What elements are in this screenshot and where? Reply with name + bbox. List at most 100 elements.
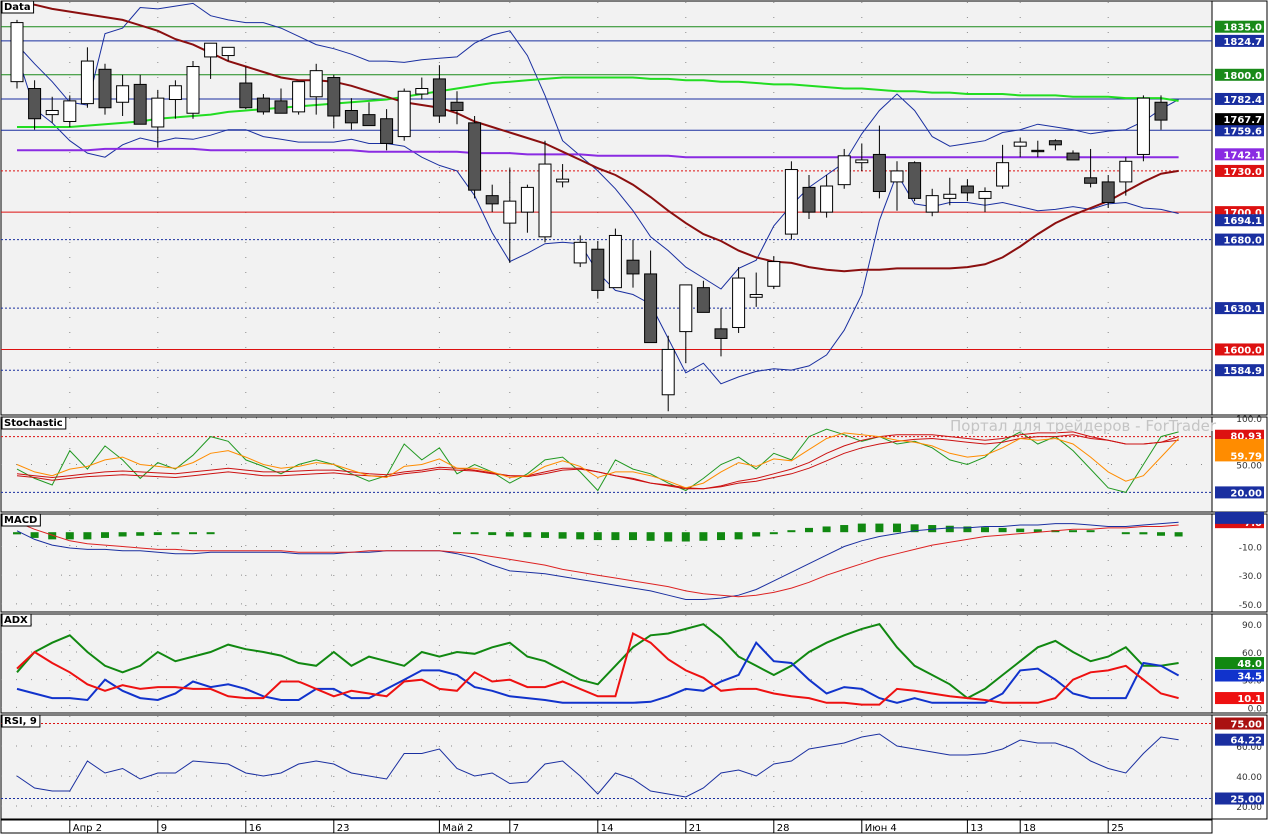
macd-histogram-bar	[558, 532, 567, 539]
panel-title: Stochastic	[4, 418, 63, 429]
candle-body	[626, 259, 640, 275]
candle-body	[696, 287, 710, 313]
price-tag-label: 1767.7	[1223, 115, 1262, 126]
candle-body	[538, 163, 552, 238]
candle-body	[908, 162, 922, 199]
level-tag-label: 1584.9	[1223, 366, 1262, 377]
candle-body	[1013, 141, 1027, 147]
macd-histogram-bar	[998, 527, 1007, 533]
macd-histogram-bar	[805, 527, 813, 533]
macd-histogram-bar	[488, 532, 497, 536]
y-tick-label: 50.00	[1236, 462, 1262, 472]
candle-body	[1048, 140, 1062, 146]
level-tag-label: 20.00	[1230, 488, 1262, 499]
macd-histogram-bar	[206, 532, 215, 535]
macd-histogram-bar	[470, 532, 479, 535]
macd-histogram-bar	[30, 532, 39, 538]
candle-body	[221, 46, 235, 57]
time-axis: Апр 2 9 16 23 Май 2 7 14 21 28 Июн 4 13 18 25	[0, 819, 1213, 834]
y-tick-label: -50.0	[1239, 601, 1263, 611]
plot-area	[0, 0, 1213, 416]
candle-body	[380, 118, 394, 144]
macd-histogram-bar	[822, 526, 831, 533]
price-tag-label: 1694.1	[1223, 216, 1262, 227]
candle-body	[644, 273, 658, 344]
x-tick-label: Май 2	[442, 823, 473, 834]
macd-histogram-bar	[717, 532, 725, 541]
candle-body	[1154, 101, 1168, 121]
y-tick-label: 100.0	[1236, 415, 1262, 425]
level-tag-label: 1680.0	[1223, 236, 1262, 247]
candle-body	[292, 81, 306, 113]
candle-body	[802, 186, 816, 213]
candle-body	[397, 90, 411, 138]
macd-histogram-bar	[752, 532, 761, 537]
panel-rsi-9: 60.0040.0020.0075.0025.0075.0064.2225.00…	[0, 714, 1268, 820]
macd-histogram-bar	[646, 532, 655, 541]
candle-body	[28, 88, 42, 120]
value-tag-label: 34.5	[1237, 672, 1262, 683]
macd-histogram-bar	[893, 523, 901, 533]
value-tag-label: 64.22	[1230, 736, 1262, 747]
candle-body	[1119, 160, 1133, 183]
macd-histogram-bar	[1121, 532, 1130, 535]
y-tick-label: 0.0	[1248, 704, 1263, 714]
x-tick-label: 13	[970, 823, 983, 834]
candle-body	[309, 70, 323, 98]
candle-body	[256, 97, 270, 113]
candle-body	[661, 348, 675, 396]
panel-title: MACD	[4, 515, 37, 526]
value-tag	[1215, 438, 1264, 451]
macd-histogram-bar	[629, 532, 637, 541]
candle-body	[344, 109, 358, 124]
candle-body	[872, 153, 886, 193]
macd-histogram-bar	[1016, 528, 1025, 533]
price-tag-label: 1742.1	[1223, 150, 1262, 161]
macd-histogram-bar	[136, 532, 145, 536]
candle-body	[327, 77, 341, 117]
y-tick-label: 40.00	[1236, 773, 1262, 783]
candle-body	[80, 60, 94, 105]
candle-body	[925, 195, 939, 213]
x-tick-label: 9	[161, 823, 167, 834]
macd-histogram-bar	[681, 532, 690, 542]
value-tag-label: 75.00	[1230, 720, 1262, 731]
candle-body	[1031, 149, 1045, 153]
candle-body	[168, 85, 182, 101]
macd-histogram-bar	[734, 532, 743, 540]
panel-adx: 90.060.030.00.048.034.510.1ADX	[0, 613, 1268, 714]
candle-body	[591, 248, 605, 291]
candle-body	[556, 178, 570, 183]
macd-histogram-bar	[857, 523, 866, 533]
macd-histogram-bar	[981, 527, 989, 533]
macd-histogram-bar	[505, 532, 514, 537]
macd-histogram-bar	[593, 532, 602, 541]
candle-body	[362, 114, 376, 127]
plot-area	[0, 513, 1213, 613]
watermark-text: Портал для трейдеров - ForTrader	[950, 417, 1217, 435]
macd-histogram-bar	[576, 532, 585, 540]
candle-body	[10, 22, 24, 83]
candle-body	[767, 261, 781, 287]
macd-histogram-bar	[611, 532, 620, 541]
candle-body	[1136, 97, 1150, 155]
panel-title: Data	[4, 2, 31, 13]
x-tick-label: 18	[1023, 823, 1036, 834]
plot-area	[0, 613, 1213, 714]
level-tag-label: 1824.7	[1223, 37, 1262, 48]
macd-histogram-bar	[65, 532, 74, 540]
candle-body	[415, 88, 429, 95]
macd-histogram-bar	[189, 532, 197, 535]
x-tick-label: Июн 4	[865, 823, 897, 834]
y-tick-label: -10.0	[1239, 544, 1263, 554]
candle-body	[186, 66, 200, 114]
y-tick-label: 90.0	[1242, 621, 1262, 631]
y-tick-label: -30.0	[1239, 572, 1263, 582]
candle-body	[890, 170, 904, 183]
candle-body	[133, 83, 147, 125]
macd-histogram-bar	[945, 525, 954, 533]
x-tick-label: 25	[1111, 823, 1124, 834]
candle-body	[63, 100, 77, 122]
candle-body	[520, 186, 534, 213]
candle-body	[732, 277, 746, 328]
